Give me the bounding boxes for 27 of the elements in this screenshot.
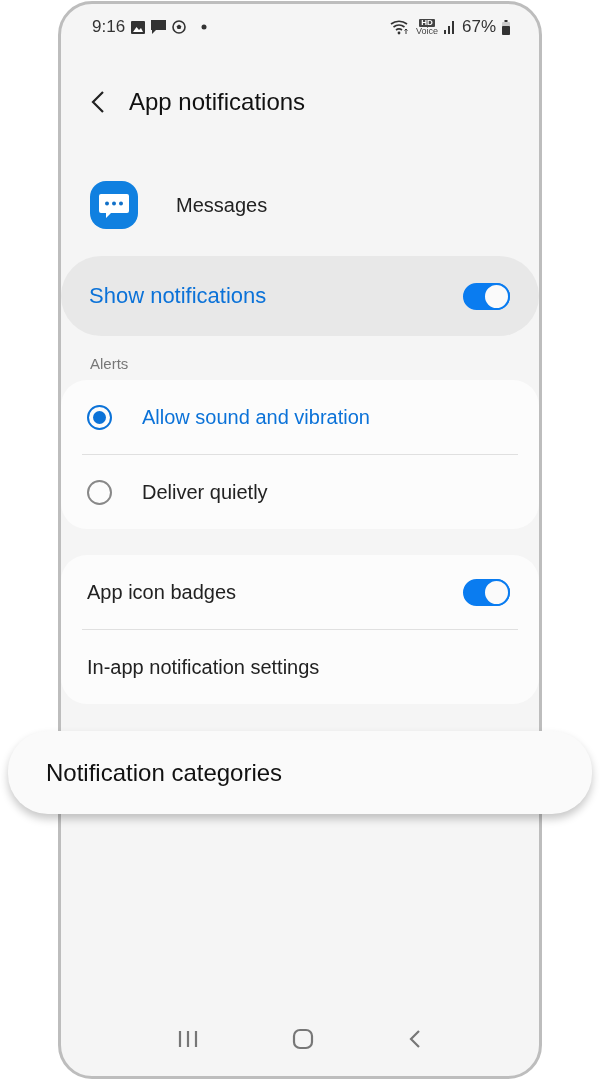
toggle-switch[interactable]: [463, 578, 510, 606]
master-switch-card[interactable]: Show notifications: [61, 256, 539, 336]
highlighted-setting-card[interactable]: Notification categories: [8, 731, 592, 814]
option-label[interactable]: Allow sound and vibration: [142, 405, 510, 429]
switch-label: Show notifications: [89, 283, 267, 309]
option-label[interactable]: Deliver quietly: [142, 480, 510, 504]
section-title: Alerts: [89, 354, 130, 374]
battery-percent: 67%: [461, 17, 496, 37]
chat-bubble-icon: [90, 181, 138, 229]
setting-label: Notification categories: [46, 758, 283, 787]
battery-icon: [502, 19, 510, 35]
signal-icon: [443, 20, 456, 34]
home-button[interactable]: [290, 1026, 316, 1052]
toggle-switch[interactable]: [463, 282, 510, 310]
message-icon: [151, 20, 167, 34]
page-title: App notifications: [129, 88, 306, 116]
ball-icon: [172, 20, 187, 34]
dot-icon: [200, 23, 209, 31]
status-time: 9:16: [92, 17, 126, 37]
setting-label[interactable]: App icon badges: [87, 580, 433, 604]
image-icon: [131, 20, 146, 34]
wifi-icon: [389, 19, 410, 35]
recent-apps-button[interactable]: [176, 1028, 200, 1050]
radio-button[interactable]: [87, 479, 112, 505]
setting-link[interactable]: In-app notification settings: [87, 655, 510, 679]
radio-button[interactable]: [87, 404, 112, 430]
app-name: Messages: [176, 193, 268, 217]
